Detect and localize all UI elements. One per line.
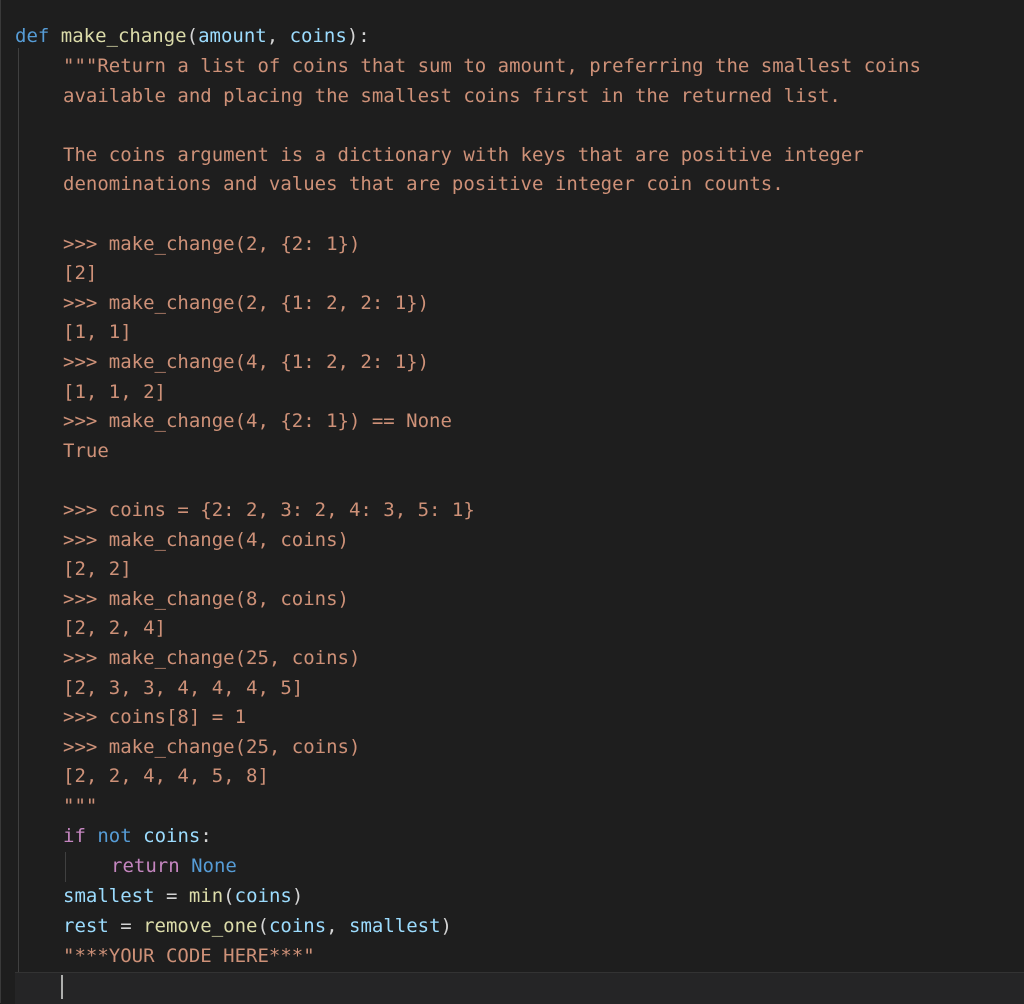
docstring-line[interactable]: [2, 2] xyxy=(63,555,132,583)
assign: = xyxy=(154,885,189,907)
docstring-line[interactable]: [2, 2, 4] xyxy=(63,614,166,642)
docstring-line[interactable]: [1, 1, 2] xyxy=(63,378,166,406)
paren-close: ) xyxy=(291,885,304,907)
remove-one-function: remove_one xyxy=(143,915,258,937)
coins-var: coins xyxy=(143,825,201,847)
indent-guide xyxy=(18,48,19,973)
paren-close: ) xyxy=(440,915,452,937)
param-amount: amount xyxy=(198,25,267,47)
docstring-line[interactable]: >>> coins = {2: 2, 3: 2, 4: 3, 5: 1} xyxy=(63,496,475,524)
comma: , xyxy=(266,25,290,47)
current-line-highlight xyxy=(15,972,1024,1004)
indent-guide-inner xyxy=(65,852,66,882)
docstring-line[interactable]: The coins argument is a dictionary with … xyxy=(63,141,864,169)
if-line[interactable]: if not coins: xyxy=(63,822,212,850)
text-cursor xyxy=(61,975,63,999)
docstring-line[interactable]: available and placing the smallest coins… xyxy=(63,82,841,110)
none-keyword: None xyxy=(191,855,237,877)
docstring-line[interactable]: [1, 1] xyxy=(63,318,132,346)
smallest-line[interactable]: smallest = min(coins) xyxy=(63,882,303,910)
docstring-line[interactable]: [2, 2, 4, 4, 5, 8] xyxy=(63,762,269,790)
paren-open: ( xyxy=(223,885,235,907)
not-keyword: not xyxy=(97,825,132,847)
docstring-line[interactable]: [2, 3, 3, 4, 4, 4, 5] xyxy=(63,674,303,702)
docstring-line[interactable]: >>> make_change(25, coins) xyxy=(63,733,360,761)
colon: : xyxy=(200,825,212,847)
docstring-line[interactable]: True xyxy=(63,437,109,465)
docstring-line[interactable]: """Return a list of coins that sum to am… xyxy=(63,52,921,80)
docstring-line[interactable]: >>> make_change(8, coins) xyxy=(63,585,349,613)
assign: = xyxy=(108,915,144,937)
min-function: min xyxy=(188,885,224,907)
return-line[interactable]: return None xyxy=(111,852,237,880)
if-keyword: if xyxy=(63,825,86,847)
comma: , xyxy=(326,915,350,937)
docstring-line[interactable]: >>> coins[8] = 1 xyxy=(63,703,246,731)
docstring-line[interactable]: >>> make_change(4, coins) xyxy=(63,526,349,554)
docstring-line[interactable]: >>> make_change(4, {2: 1}) == None xyxy=(63,407,452,435)
docstring-line[interactable]: >>> make_change(2, {1: 2, 2: 1}) xyxy=(63,289,429,317)
min-arg: coins xyxy=(234,885,292,907)
paren-close: ): xyxy=(346,25,370,47)
paren-open: ( xyxy=(186,25,199,47)
param-coins: coins xyxy=(289,25,347,47)
paren-open: ( xyxy=(257,915,269,937)
function-signature[interactable]: def make_change(amount, coins): xyxy=(15,22,370,50)
rest-var: rest xyxy=(63,915,109,937)
code-editor[interactable]: def make_change(amount, coins): """Retur… xyxy=(0,0,1024,1004)
smallest-var: smallest xyxy=(63,885,155,907)
docstring-line[interactable]: denominations and values that are positi… xyxy=(63,170,784,198)
docstring-line[interactable]: """ xyxy=(63,792,97,820)
function-name: make_change xyxy=(60,25,187,47)
docstring-line[interactable]: >>> make_change(4, {1: 2, 2: 1}) xyxy=(63,348,429,376)
placeholder-string[interactable]: "***YOUR CODE HERE***" xyxy=(63,942,315,970)
docstring-line[interactable]: [2] xyxy=(63,259,97,287)
docstring-line[interactable]: >>> make_change(2, {2: 1}) xyxy=(63,230,360,258)
def-keyword: def xyxy=(15,25,50,47)
docstring-line[interactable]: >>> make_change(25, coins) xyxy=(63,644,360,672)
remove-arg-coins: coins xyxy=(268,915,327,937)
remove-arg-smallest: smallest xyxy=(349,915,441,937)
return-keyword: return xyxy=(111,855,180,877)
rest-line[interactable]: rest = remove_one(coins, smallest) xyxy=(63,912,452,940)
